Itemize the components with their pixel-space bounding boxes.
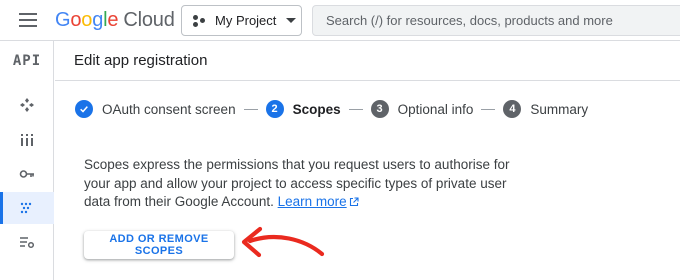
nav-item-library[interactable]	[0, 124, 54, 156]
main-menu-icon[interactable]	[19, 13, 37, 27]
google-cloud-logo[interactable]: Google Cloud	[55, 9, 175, 32]
learn-more-link[interactable]: Learn more	[278, 194, 347, 209]
nav-item-credentials[interactable]	[0, 158, 54, 190]
nav-item-page-settings[interactable]	[0, 226, 54, 258]
step-2-number: 2	[265, 100, 284, 118]
step-3-number: 3	[370, 100, 389, 118]
project-picker-button[interactable]: My Project	[181, 5, 302, 36]
top-bar: Google Cloud My Project Search (/) for re…	[0, 0, 680, 41]
step-4-label: Summary	[530, 101, 589, 117]
consent-dots-icon	[20, 202, 32, 214]
external-link-icon	[349, 197, 359, 207]
left-nav: API	[0, 41, 54, 280]
library-icon	[21, 134, 33, 146]
nav-item-enabled-apis[interactable]	[0, 89, 54, 121]
search-input[interactable]: Search (/) for resources, docs, products…	[312, 5, 680, 36]
step-divider	[348, 108, 363, 110]
step-divider	[481, 108, 496, 110]
page-title: Edit app registration	[74, 52, 208, 69]
key-icon	[19, 170, 34, 178]
page-header: Edit app registration	[55, 41, 680, 81]
api-logo: API	[12, 53, 42, 69]
annotation-arrow-icon	[241, 226, 325, 258]
api-diamond-icon	[20, 98, 34, 112]
step-1-check-icon[interactable]	[75, 100, 93, 118]
search-placeholder: Search (/) for resources, docs, products…	[326, 13, 613, 28]
step-4-number: 4	[503, 100, 522, 118]
step-divider	[243, 108, 258, 110]
project-name: My Project	[215, 13, 277, 28]
step-3-label: Optional info	[397, 101, 474, 117]
caret-down-icon	[286, 18, 297, 23]
nav-item-oauth-consent[interactable]	[0, 192, 54, 224]
project-icon	[193, 14, 207, 27]
settings-list-icon	[20, 237, 35, 249]
step-1-label[interactable]: OAuth consent screen	[102, 102, 236, 117]
scopes-description: Scopes express the permissions that you …	[84, 156, 524, 212]
step-2-label: Scopes	[292, 101, 341, 117]
add-or-remove-scopes-button[interactable]: ADD OR REMOVE SCOPES	[84, 231, 234, 259]
registration-stepper: OAuth consent screen 2 Scopes 3 Optional…	[75, 99, 588, 119]
